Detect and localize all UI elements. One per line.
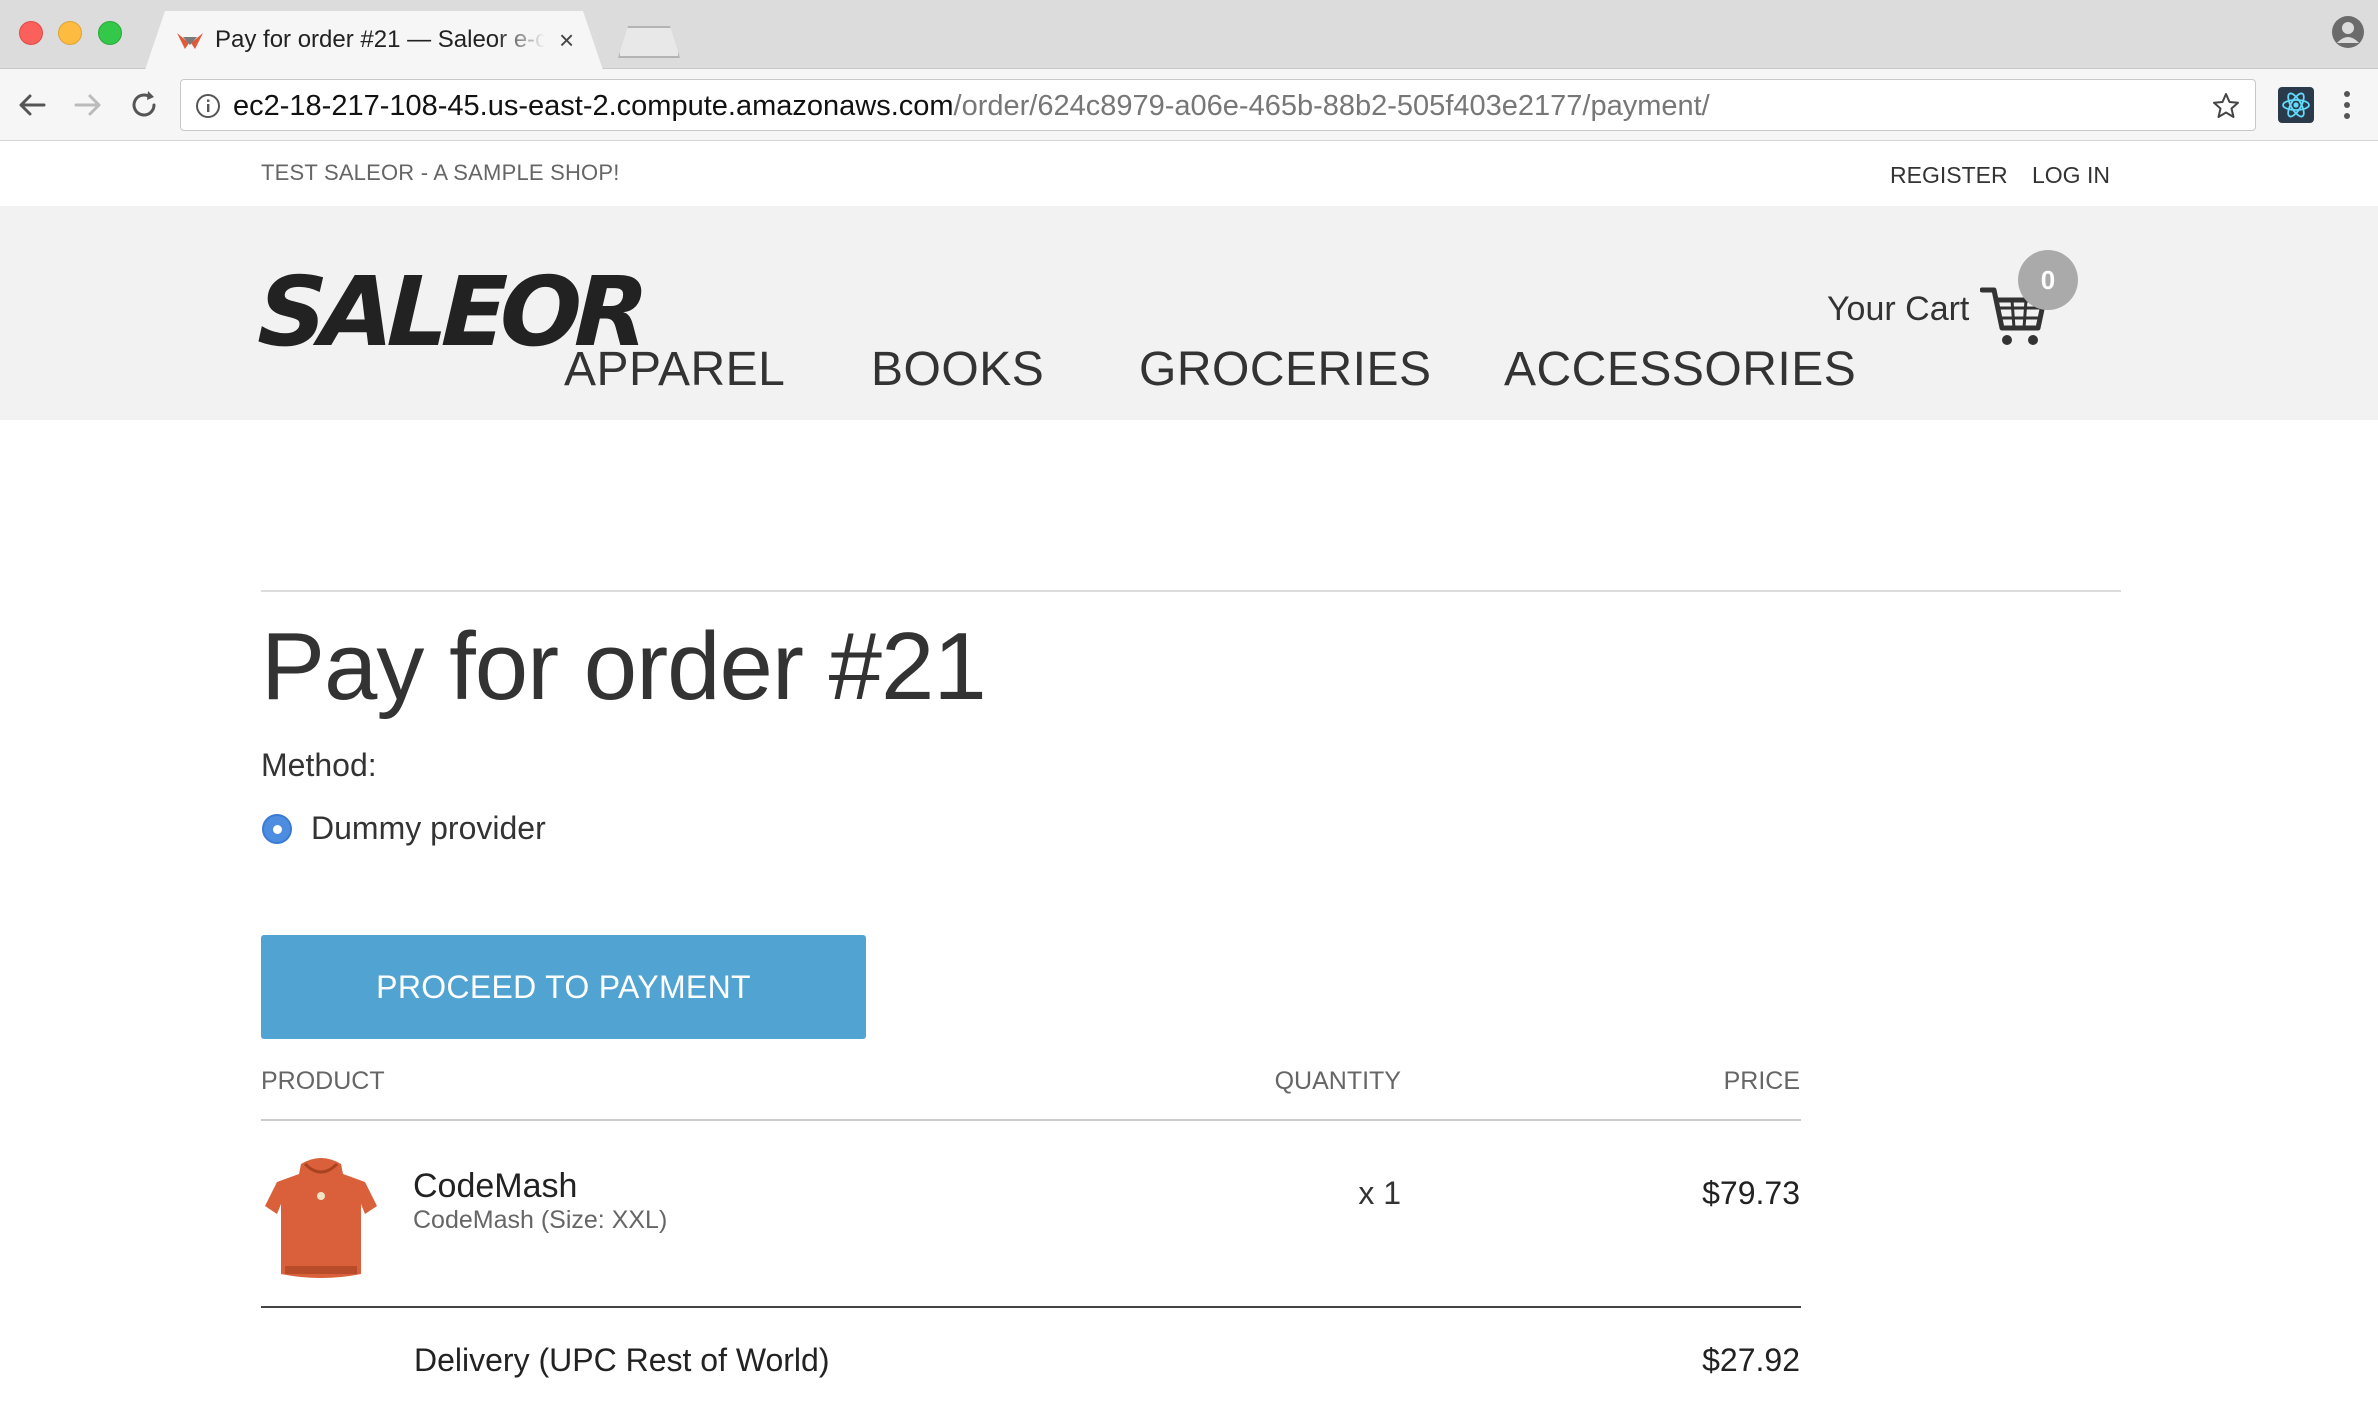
product-variant: CodeMash (Size: XXL)	[413, 1206, 668, 1234]
table-header-divider	[261, 1119, 1801, 1121]
product-price: $79.73	[1702, 1175, 1800, 1211]
react-extension-icon[interactable]	[2278, 87, 2314, 123]
reload-icon[interactable]	[124, 85, 164, 125]
product-name[interactable]: CodeMash	[413, 1167, 577, 1206]
menu-dots-icon[interactable]	[2340, 87, 2354, 123]
column-header-price: PRICE	[1723, 1067, 1800, 1095]
method-label: Method:	[261, 747, 377, 783]
proceed-to-payment-button[interactable]: PROCEED TO PAYMENT	[261, 935, 866, 1039]
nav-books[interactable]: BOOKS	[871, 342, 1044, 397]
delivery-price: $27.92	[1702, 1342, 1800, 1378]
column-header-product: PRODUCT	[261, 1067, 385, 1095]
page-title: Pay for order #21	[261, 613, 987, 720]
nav-divider	[261, 590, 2121, 592]
dummy-provider-label[interactable]: Dummy provider	[311, 810, 546, 847]
url-text[interactable]: ec2-18-217-108-45.us-east-2.compute.amaz…	[233, 90, 1710, 122]
radio-selected-dot	[273, 825, 282, 834]
delivery-label: Delivery (UPC Rest of World)	[414, 1342, 830, 1378]
browser-tab-strip: Pay for order #21 — Saleor e-commerce ×	[0, 0, 2378, 70]
nav-accessories[interactable]: ACCESSORIES	[1504, 342, 1856, 397]
profile-icon[interactable]	[2331, 15, 2365, 49]
page: TEST SALEOR - A SAMPLE SHOP! REGISTER LO…	[0, 142, 2378, 1402]
active-tab[interactable]: Pay for order #21 — Saleor e-commerce ×	[145, 11, 603, 70]
url-host: ec2-18-217-108-45.us-east-2.compute.amaz…	[233, 90, 954, 122]
login-link[interactable]: LOG IN	[2032, 162, 2110, 189]
back-arrow-icon[interactable]	[12, 85, 52, 125]
column-header-quantity: QUANTITY	[1274, 1067, 1401, 1095]
maximize-window-button[interactable]	[98, 21, 122, 45]
table-row-divider	[261, 1306, 1801, 1308]
nav-groceries[interactable]: GROCERIES	[1139, 342, 1432, 397]
star-icon[interactable]	[2211, 91, 2241, 121]
saleor-favicon	[177, 33, 203, 49]
minimize-window-button[interactable]	[58, 21, 82, 45]
forward-arrow-icon[interactable]	[68, 85, 108, 125]
top-bar: TEST SALEOR - A SAMPLE SHOP! REGISTER LO…	[0, 142, 2378, 206]
address-bar[interactable]: ec2-18-217-108-45.us-east-2.compute.amaz…	[180, 79, 2256, 131]
tab-close-icon[interactable]: ×	[559, 25, 574, 55]
close-window-button[interactable]	[19, 21, 43, 45]
browser-toolbar: ec2-18-217-108-45.us-east-2.compute.amaz…	[0, 69, 2378, 141]
nav-apparel[interactable]: APPAREL	[564, 342, 785, 397]
product-quantity: x 1	[1358, 1175, 1401, 1211]
cart-count-badge: 0	[2018, 250, 2078, 310]
cart-label[interactable]: Your Cart	[1827, 290, 1969, 329]
product-image[interactable]	[261, 1154, 381, 1284]
info-icon[interactable]	[195, 93, 221, 119]
new-tab-button[interactable]	[618, 26, 680, 58]
tab-title: Pay for order #21 — Saleor e-commerce	[215, 26, 545, 53]
url-path: /order/624c8979-a06e-465b-88b2-505f403e2…	[953, 90, 1710, 122]
shop-name: TEST SALEOR - A SAMPLE SHOP!	[261, 160, 620, 185]
register-link[interactable]: REGISTER	[1890, 162, 2008, 189]
dummy-provider-radio[interactable]	[262, 814, 292, 844]
